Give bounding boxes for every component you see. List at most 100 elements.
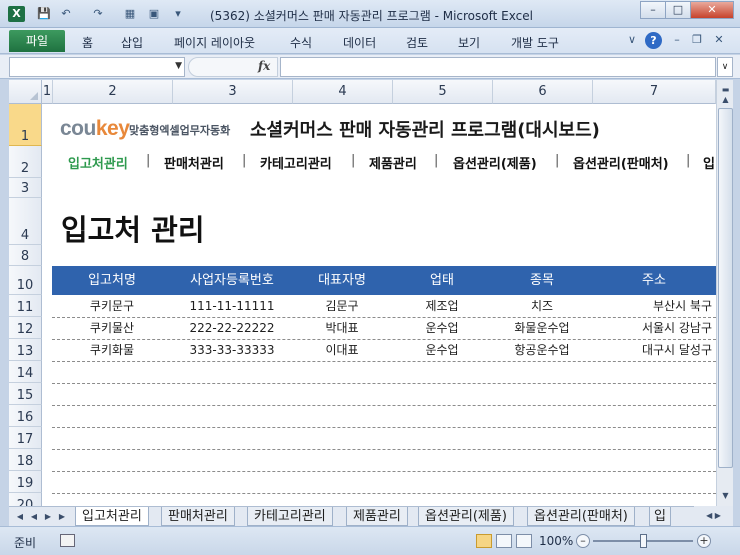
row-header[interactable]: 15 — [9, 383, 42, 405]
tab-page-layout[interactable]: 페이지 레이아웃 — [174, 34, 255, 51]
column-header[interactable]: 7 — [593, 80, 716, 104]
zoom-level[interactable]: 100% — [539, 534, 573, 548]
sheet-tab-option-seller[interactable]: 옵션관리(판매처) — [527, 507, 635, 526]
table-cell[interactable]: 김문구 — [292, 295, 392, 317]
formula-input[interactable] — [280, 57, 716, 77]
minimize-ribbon-icon[interactable]: ∨ — [625, 33, 639, 47]
sheet-tab-seller[interactable]: 판매처관리 — [161, 507, 235, 526]
zoom-in-icon[interactable]: + — [697, 534, 711, 548]
tab-view[interactable]: 보기 — [458, 34, 480, 51]
save-icon[interactable]: 💾 — [36, 6, 52, 22]
camera-icon[interactable]: ▣ — [146, 6, 162, 22]
close-button[interactable]: ✕ — [690, 1, 734, 19]
nav-option-seller[interactable]: 옵션관리(판매처) — [573, 153, 669, 172]
prev-sheet-icon[interactable]: ◀ — [27, 510, 41, 524]
nav-more[interactable]: 입 — [703, 153, 715, 172]
column-header[interactable]: 2 — [53, 80, 173, 104]
column-title[interactable]: 종목 — [492, 266, 592, 295]
first-sheet-icon[interactable]: ◀ — [13, 510, 27, 524]
page-layout-view-icon[interactable] — [496, 534, 512, 548]
table-cell[interactable]: 운수업 — [392, 317, 492, 339]
restore-button[interactable]: □ — [665, 1, 691, 19]
sheet-tab-supplier[interactable]: 입고처관리 — [75, 507, 149, 526]
table-cell[interactable]: 제조업 — [392, 295, 492, 317]
excel-icon[interactable]: X — [8, 6, 25, 22]
tab-developer[interactable]: 개발 도구 — [511, 34, 559, 51]
zoom-slider-thumb[interactable] — [640, 534, 647, 548]
redo-icon[interactable]: ↷ — [90, 6, 106, 22]
sheet-tab-option-product[interactable]: 옵션관리(제품) — [418, 507, 514, 526]
nav-category-management[interactable]: 카테고리관리 — [260, 153, 332, 172]
table-cell[interactable]: 쿠키화물 — [52, 339, 172, 361]
row-header[interactable]: 8 — [9, 245, 42, 266]
scroll-up-icon[interactable]: ▲ — [718, 92, 733, 108]
expand-formula-bar-icon[interactable]: ∨ — [717, 57, 733, 77]
tab-formulas[interactable]: 수식 — [290, 34, 312, 51]
table-cell[interactable]: 333-33-33333 — [172, 339, 292, 361]
table-cell[interactable]: 이대표 — [292, 339, 392, 361]
table-cell[interactable]: 화물운수업 — [492, 317, 592, 339]
row-header[interactable]: 3 — [9, 178, 42, 198]
table-cell[interactable]: 111-11-11111 — [172, 295, 292, 317]
tab-home[interactable]: 홈 — [82, 34, 93, 51]
workbook-close-icon[interactable]: ✕ — [712, 33, 726, 47]
row-header[interactable]: 16 — [9, 405, 42, 427]
normal-view-icon[interactable] — [476, 534, 492, 548]
name-box[interactable]: ▼ — [9, 57, 185, 77]
select-all-corner[interactable] — [9, 80, 42, 104]
row-header[interactable]: 10 — [9, 266, 42, 295]
workbook-restore-icon[interactable]: ❐ — [690, 33, 704, 47]
minimize-button[interactable]: – — [640, 1, 666, 19]
column-header[interactable]: 3 — [173, 80, 293, 104]
nav-seller-management[interactable]: 판매처관리 — [164, 153, 224, 172]
tab-review[interactable]: 검토 — [406, 34, 428, 51]
column-title[interactable]: 사업자등록번호 — [172, 266, 292, 295]
nav-product-management[interactable]: 제품관리 — [369, 153, 417, 172]
column-title[interactable]: 업태 — [392, 266, 492, 295]
column-header[interactable]: 1 — [42, 80, 53, 104]
macro-record-icon[interactable] — [60, 534, 75, 547]
row-header[interactable]: 17 — [9, 427, 42, 449]
column-header[interactable]: 5 — [393, 80, 493, 104]
workbook-minimize-icon[interactable]: – — [670, 33, 684, 47]
tab-file[interactable]: 파일 — [9, 30, 65, 52]
table-cell[interactable]: 222-22-22222 — [172, 317, 292, 339]
row-header[interactable]: 12 — [9, 317, 42, 339]
zoom-out-icon[interactable]: – — [576, 534, 590, 548]
table-cell[interactable]: 운수업 — [392, 339, 492, 361]
fx-icon[interactable]: fx — [258, 59, 270, 73]
column-title[interactable]: 대표자명 — [292, 266, 392, 295]
help-icon[interactable]: ? — [645, 32, 662, 49]
table-cell[interactable]: 항공운수업 — [492, 339, 592, 361]
vertical-scrollbar[interactable]: ▬ ▲ ▼ — [716, 80, 733, 506]
nav-option-product[interactable]: 옵션관리(제품) — [453, 153, 537, 172]
tab-insert[interactable]: 삽입 — [121, 34, 143, 51]
row-header[interactable]: 1 — [9, 104, 42, 146]
horizontal-scroll-arrows[interactable]: ◀ ▶ — [694, 506, 733, 526]
table-cell[interactable]: 서울시 강남구 — [599, 317, 716, 339]
table-cell[interactable]: 박대표 — [292, 317, 392, 339]
row-header[interactable]: 2 — [9, 146, 42, 178]
row-header[interactable]: 4 — [9, 198, 42, 245]
table-cell[interactable]: 대구시 달성구 — [599, 339, 716, 361]
undo-icon[interactable]: ↶ — [58, 6, 74, 22]
row-header[interactable]: 11 — [9, 295, 42, 317]
row-header[interactable]: 18 — [9, 449, 42, 471]
form-icon[interactable]: ▦ — [122, 6, 138, 22]
last-sheet-icon[interactable]: ▶ — [55, 510, 69, 524]
row-header[interactable]: 14 — [9, 361, 42, 383]
page-break-view-icon[interactable] — [516, 534, 532, 548]
tab-data[interactable]: 데이터 — [343, 34, 376, 51]
nav-supplier-management[interactable]: 입고처관리 — [68, 153, 128, 172]
customize-toolbar-icon[interactable]: ▾ — [170, 6, 186, 22]
table-cell[interactable]: 부산시 북구 — [599, 295, 716, 317]
table-cell[interactable]: 쿠키물산 — [52, 317, 172, 339]
scroll-thumb[interactable] — [718, 108, 733, 468]
worksheet-grid[interactable]: 1 2 3 4 5 6 7 1 2 3 4 8 10 11 12 13 14 1… — [9, 80, 716, 506]
next-sheet-icon[interactable]: ▶ — [41, 510, 55, 524]
column-header[interactable]: 4 — [293, 80, 393, 104]
column-header[interactable]: 6 — [493, 80, 593, 104]
table-cell[interactable]: 쿠키문구 — [52, 295, 172, 317]
row-header[interactable]: 13 — [9, 339, 42, 361]
column-title[interactable]: 입고처명 — [52, 266, 172, 295]
